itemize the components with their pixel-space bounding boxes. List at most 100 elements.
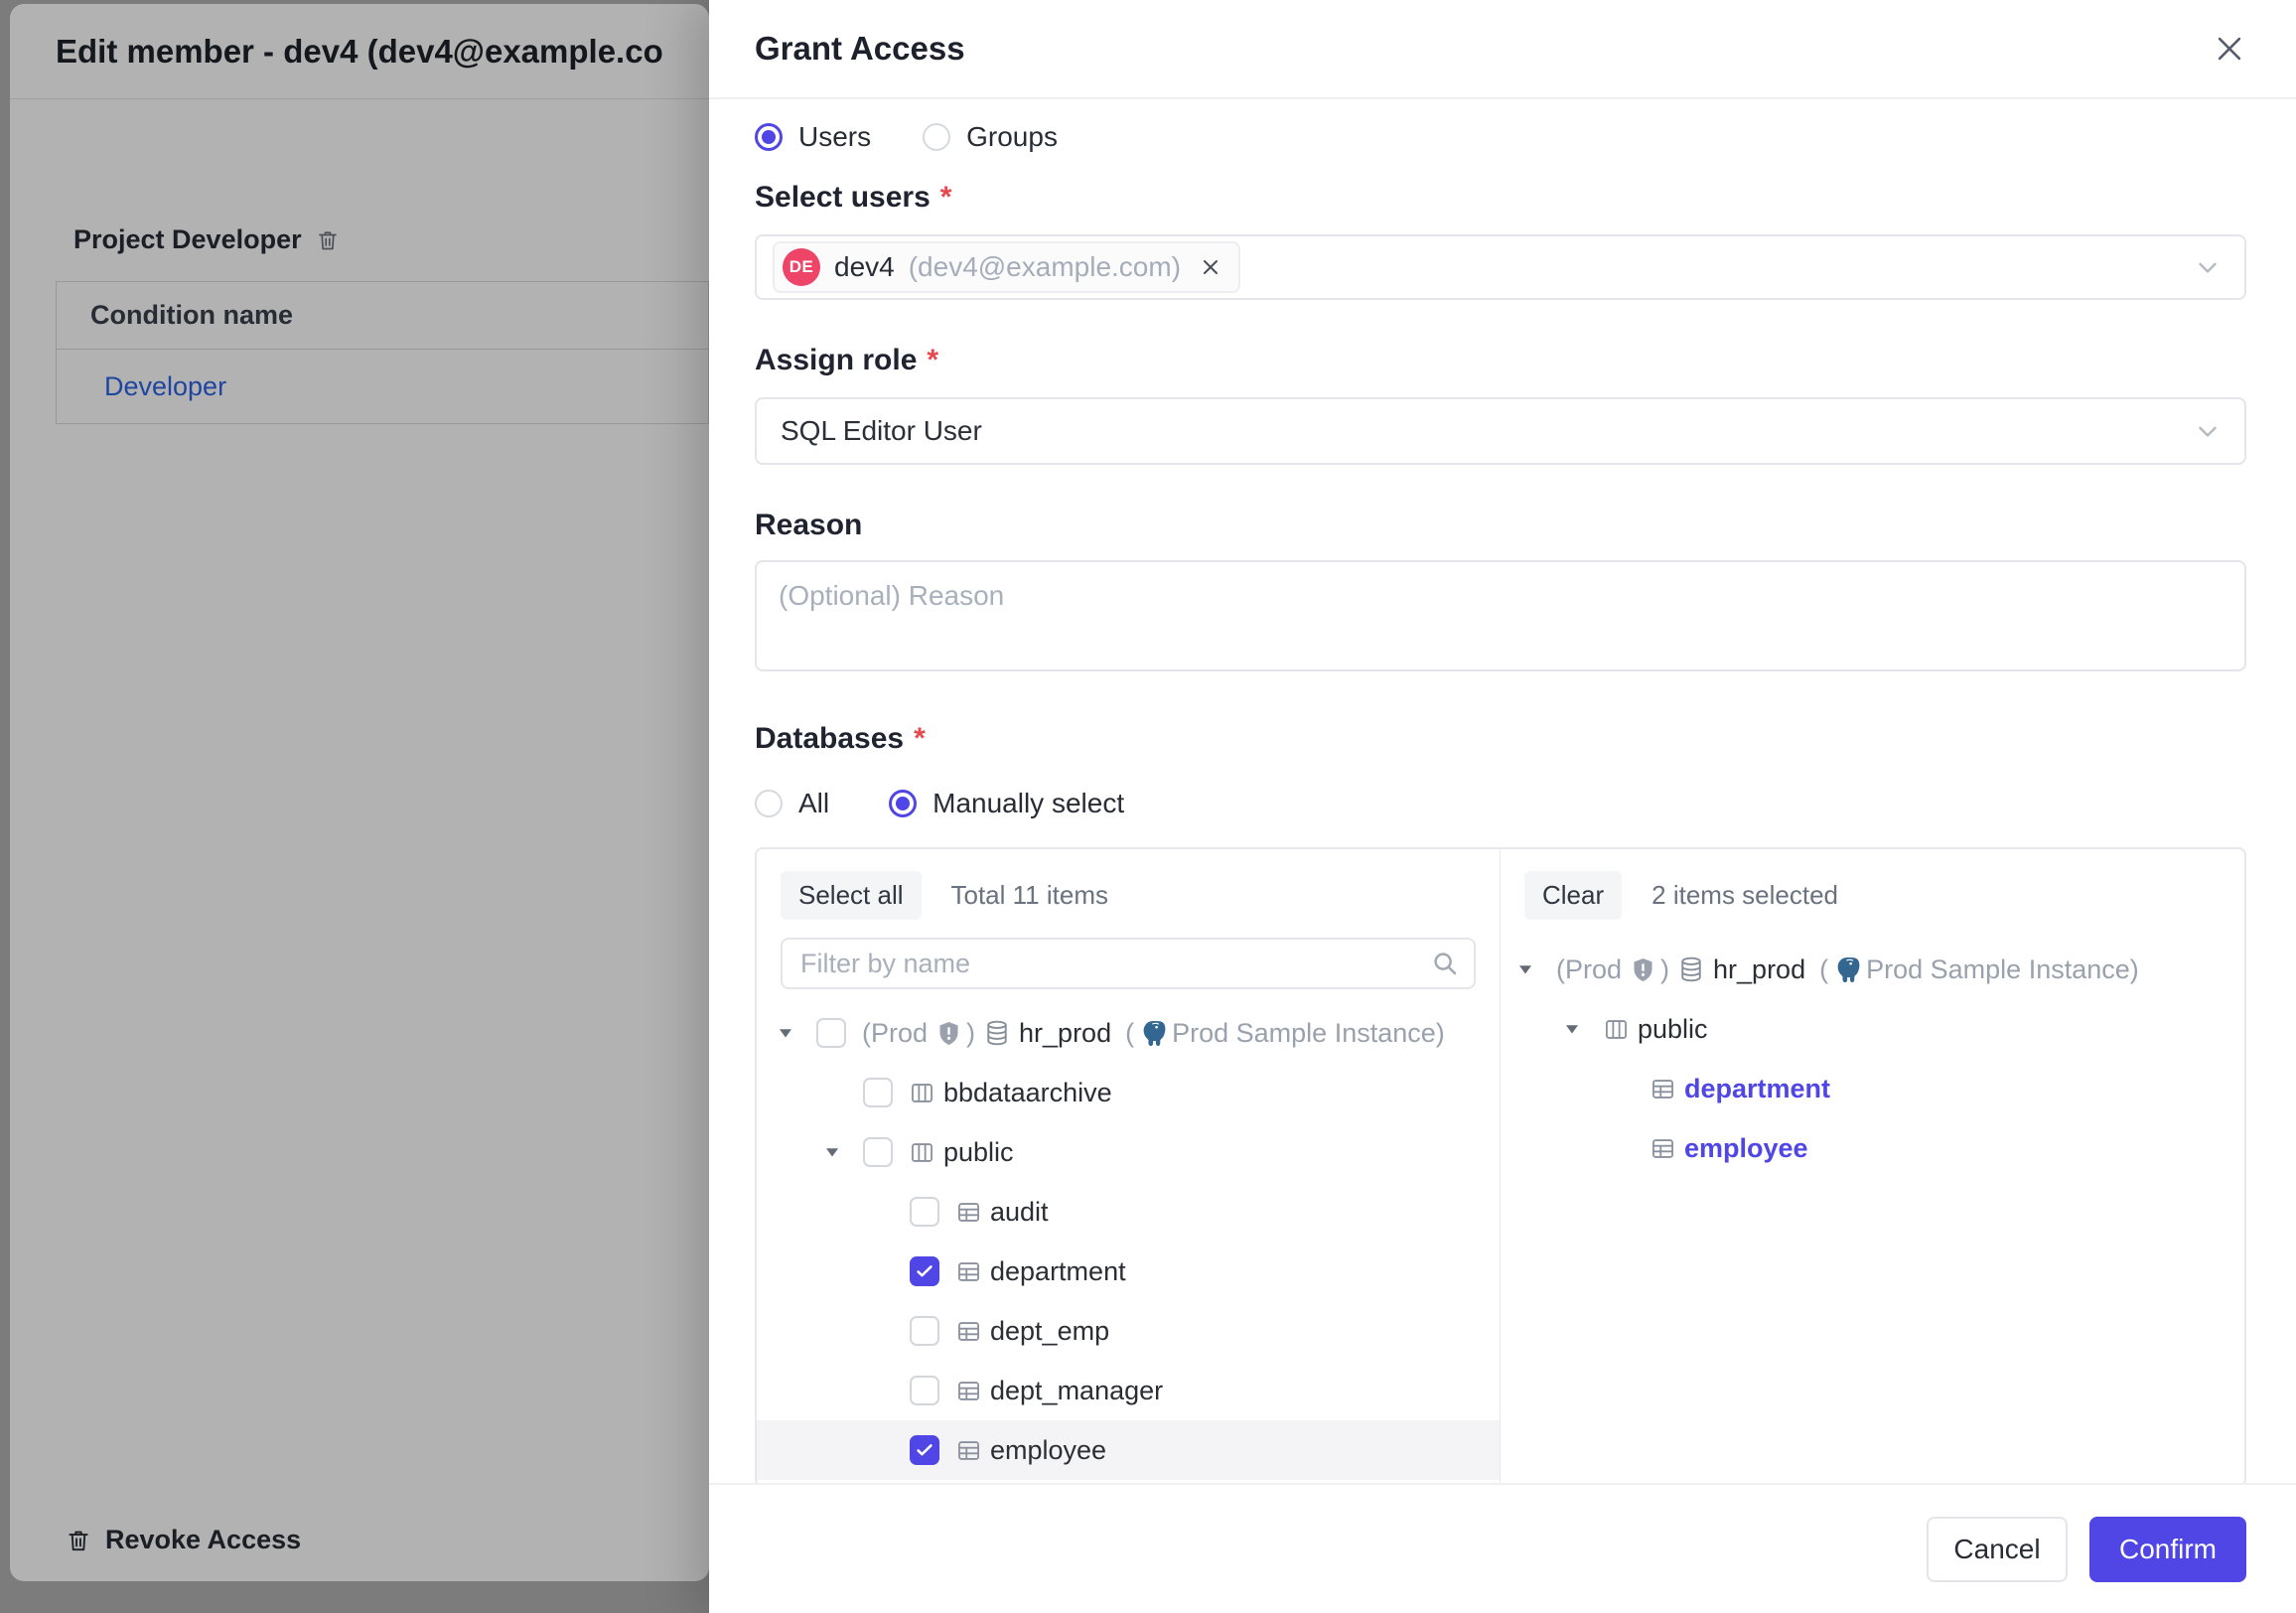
- instance-label-open: (: [1819, 954, 1828, 985]
- source-tree: (Prod ) hr_prod ( Prod Sample Instance): [757, 1003, 1500, 1480]
- clear-button[interactable]: Clear: [1524, 871, 1622, 920]
- caret-down-icon[interactable]: [823, 1143, 863, 1161]
- env-label-close: ): [1660, 954, 1669, 985]
- schema-name: public: [1638, 1014, 1708, 1045]
- database-icon: [1677, 955, 1705, 983]
- env-label: (Prod: [1556, 954, 1622, 985]
- databases-label: Databases: [755, 722, 904, 756]
- selected-tree: (Prod ) hr_prod ( Prod Sample Instance): [1501, 940, 2244, 1178]
- check-icon: [914, 1260, 935, 1282]
- reason-label: Reason: [755, 509, 862, 542]
- checkbox-hr-prod[interactable]: [816, 1018, 846, 1048]
- user-chip-email: (dev4@example.com): [909, 251, 1181, 283]
- table-name: dept_manager: [990, 1376, 1163, 1406]
- scope-radio-group: Users Groups: [755, 111, 2246, 163]
- radio-manual-circle: [889, 790, 917, 817]
- table-icon: [955, 1318, 982, 1345]
- required-mark: *: [914, 722, 926, 756]
- caret-down-icon[interactable]: [777, 1024, 816, 1042]
- radio-groups-circle: [923, 123, 950, 151]
- checkbox-dept-manager[interactable]: [910, 1376, 939, 1405]
- close-button[interactable]: [2213, 32, 2246, 66]
- selected-row-public[interactable]: public: [1501, 999, 2244, 1059]
- schema-icon: [909, 1080, 935, 1106]
- selected-table-link[interactable]: employee: [1684, 1133, 1808, 1164]
- table-icon: [1650, 1135, 1676, 1162]
- instance-name: Prod Sample Instance): [1866, 954, 2139, 985]
- tree-row-bbdataarchive[interactable]: bbdataarchive: [757, 1063, 1500, 1122]
- tree-row-public[interactable]: public: [757, 1122, 1500, 1182]
- tree-row-dept-emp[interactable]: dept_emp: [757, 1301, 1500, 1361]
- database-picker: Select all Total 11 items (Prod: [755, 847, 2246, 1487]
- radio-all-label: All: [798, 788, 829, 819]
- shield-icon: [1630, 956, 1656, 983]
- database-name: hr_prod: [1019, 1018, 1111, 1049]
- caret-down-icon[interactable]: [1563, 1020, 1603, 1038]
- select-users-field[interactable]: DE dev4 (dev4@example.com): [755, 234, 2246, 300]
- checkbox-public[interactable]: [863, 1137, 893, 1167]
- radio-groups[interactable]: Groups: [923, 121, 1058, 153]
- cancel-button[interactable]: Cancel: [1927, 1517, 2068, 1582]
- schema-name: public: [943, 1137, 1014, 1168]
- schema-icon: [1603, 1016, 1630, 1043]
- selected-row-hr-prod[interactable]: (Prod ) hr_prod ( Prod Sample Instance): [1501, 940, 2244, 999]
- schema-name: bbdataarchive: [943, 1078, 1112, 1108]
- remove-user-button[interactable]: [1199, 255, 1222, 279]
- assign-role-value: SQL Editor User: [781, 415, 982, 447]
- grant-access-drawer: Grant Access Users Groups Select users *…: [709, 0, 2296, 1613]
- env-label: (Prod: [862, 1018, 928, 1049]
- chevron-down-icon: [2193, 252, 2223, 282]
- filter-by-name-input[interactable]: [781, 938, 1476, 989]
- database-icon: [983, 1019, 1011, 1047]
- checkbox-employee[interactable]: [910, 1435, 939, 1465]
- table-icon: [1650, 1076, 1676, 1102]
- table-icon: [955, 1199, 982, 1226]
- tree-row-hr-prod[interactable]: (Prod ) hr_prod ( Prod Sample Instance): [757, 1003, 1500, 1063]
- remove-icon: [1199, 255, 1222, 279]
- select-users-label: Select users: [755, 181, 931, 215]
- drawer-title: Grant Access: [755, 30, 965, 68]
- user-chip-name: dev4: [834, 251, 895, 283]
- instance-label-open: (: [1125, 1018, 1134, 1049]
- selected-row-employee[interactable]: employee: [1501, 1118, 2244, 1178]
- reason-textarea[interactable]: [755, 560, 2246, 671]
- assign-role-select[interactable]: SQL Editor User: [755, 397, 2246, 465]
- radio-all-databases[interactable]: All: [755, 788, 829, 819]
- schema-icon: [909, 1139, 935, 1166]
- instance-name: Prod Sample Instance): [1172, 1018, 1445, 1049]
- tree-row-employee[interactable]: employee: [757, 1420, 1500, 1480]
- check-icon: [914, 1439, 935, 1461]
- radio-manually-select[interactable]: Manually select: [889, 788, 1124, 819]
- checkbox-department[interactable]: [910, 1256, 939, 1286]
- radio-all-circle: [755, 790, 783, 817]
- database-name: hr_prod: [1713, 954, 1805, 985]
- radio-groups-label: Groups: [966, 121, 1058, 153]
- tree-row-audit[interactable]: audit: [757, 1182, 1500, 1242]
- selected-count-label: 2 items selected: [1651, 880, 1838, 911]
- postgresql-icon: [1832, 954, 1862, 984]
- avatar: DE: [783, 248, 820, 286]
- postgresql-icon: [1138, 1018, 1168, 1048]
- table-name: audit: [990, 1197, 1049, 1228]
- selected-row-department[interactable]: department: [1501, 1059, 2244, 1118]
- radio-users-label: Users: [798, 121, 871, 153]
- confirm-button[interactable]: Confirm: [2089, 1517, 2246, 1582]
- tree-row-department[interactable]: department: [757, 1242, 1500, 1301]
- caret-down-icon[interactable]: [1516, 960, 1556, 978]
- required-mark: *: [927, 344, 938, 377]
- required-mark: *: [940, 181, 952, 215]
- assign-role-label: Assign role: [755, 344, 917, 377]
- selected-table-link[interactable]: department: [1684, 1074, 1830, 1104]
- env-label-close: ): [966, 1018, 975, 1049]
- radio-users[interactable]: Users: [755, 121, 871, 153]
- checkbox-audit[interactable]: [910, 1197, 939, 1227]
- checkbox-dept-emp[interactable]: [910, 1316, 939, 1346]
- checkbox-bbdataarchive[interactable]: [863, 1078, 893, 1107]
- search-icon: [1430, 949, 1460, 978]
- select-all-button[interactable]: Select all: [781, 871, 922, 920]
- radio-users-circle: [755, 123, 783, 151]
- tree-row-dept-manager[interactable]: dept_manager: [757, 1361, 1500, 1420]
- picker-selected-pane: Clear 2 items selected (Prod ) hr_prod: [1501, 849, 2244, 1485]
- radio-manual-label: Manually select: [933, 788, 1124, 819]
- table-name: department: [990, 1256, 1126, 1287]
